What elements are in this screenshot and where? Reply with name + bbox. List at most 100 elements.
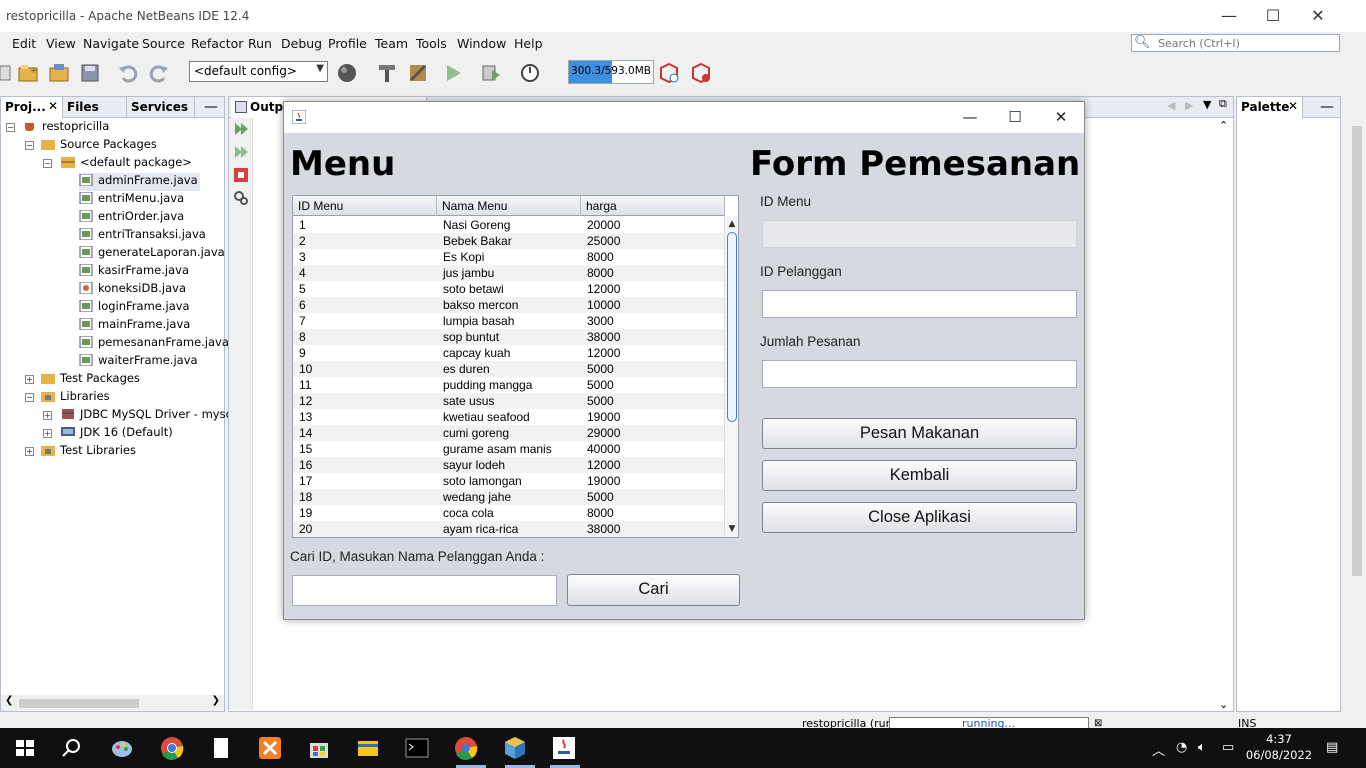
cell-id[interactable]: 11 <box>293 377 437 393</box>
kembali-button[interactable]: Kembali <box>762 460 1077 491</box>
tree-test-packages[interactable]: Test Packages <box>41 371 140 389</box>
profiler-snapshot-icon[interactable] <box>690 62 712 84</box>
tree-default-package[interactable]: <default package> <box>61 155 192 173</box>
table-row[interactable]: 3 Es Kopi 8000 <box>293 249 725 265</box>
expand-icon[interactable]: + <box>43 429 52 438</box>
horizontal-scrollbar[interactable]: ❮ ❯ <box>1 695 224 711</box>
cell-nama[interactable]: lumpia basah <box>437 313 581 329</box>
menu-profile[interactable]: Profile <box>328 36 367 51</box>
cell-id[interactable]: 13 <box>293 409 437 425</box>
java-icon[interactable] <box>552 736 576 760</box>
menu-debug[interactable]: Debug <box>281 36 322 51</box>
cell-id[interactable]: 14 <box>293 425 437 441</box>
collapse-icon[interactable]: − <box>43 159 52 168</box>
menu-tools[interactable]: Tools <box>416 36 447 51</box>
table-row[interactable]: 20 ayam rica-rica 38000 <box>293 521 725 537</box>
collapse-icon[interactable]: − <box>25 393 34 402</box>
cell-harga[interactable]: 5000 <box>581 377 725 393</box>
build-hammer-icon[interactable] <box>376 62 398 84</box>
menu-edit[interactable]: Edit <box>12 36 36 51</box>
cari-button[interactable]: Cari <box>567 574 740 606</box>
tree-file-loginframe[interactable]: loginFrame.java <box>79 299 190 317</box>
column-header-nama[interactable]: Nama Menu <box>437 196 581 216</box>
tree-lib-jdbc[interactable]: JDBC MySQL Driver - mysql-c <box>61 407 247 425</box>
cell-harga[interactable]: 12000 <box>581 345 725 361</box>
settings-icon[interactable] <box>233 190 249 206</box>
tree-file-entriorder[interactable]: entriOrder.java <box>79 209 184 227</box>
wifi-icon[interactable]: ◔ <box>1176 740 1187 755</box>
scroll-left-icon[interactable]: ❮ <box>5 695 13 706</box>
close-icon[interactable]: ✕ <box>48 99 58 113</box>
tree-libraries[interactable]: Libraries <box>41 389 110 407</box>
column-header-id[interactable]: ID Menu <box>293 196 437 216</box>
ide-search-box[interactable]: 🔍︎ <box>1131 34 1340 52</box>
tree-lib-jdk[interactable]: JDK 16 (Default) <box>61 425 173 443</box>
search-icon[interactable] <box>60 736 84 760</box>
ide-search-input[interactable] <box>1158 36 1336 50</box>
chrome-icon[interactable] <box>160 736 184 760</box>
table-row[interactable]: 8 sop buntut 38000 <box>293 329 725 345</box>
cell-id[interactable]: 10 <box>293 361 437 377</box>
cell-nama[interactable]: es duren <box>437 361 581 377</box>
close-icon[interactable]: ✕ <box>1308 6 1328 26</box>
cell-nama[interactable]: sop buntut <box>437 329 581 345</box>
restore-window-icon[interactable]: ⧉ <box>1219 97 1227 111</box>
new-project-icon[interactable]: + <box>17 62 39 84</box>
cell-nama[interactable]: cumi goreng <box>437 425 581 441</box>
table-row[interactable]: 5 soto betawi 12000 <box>293 281 725 297</box>
scroll-down-icon[interactable]: ⌄ <box>1219 698 1228 711</box>
save-all-icon[interactable] <box>79 62 101 84</box>
search-name-field[interactable] <box>292 575 557 606</box>
store-icon[interactable] <box>307 736 331 760</box>
menu-team[interactable]: Team <box>375 36 408 51</box>
close-icon[interactable]: ✕ <box>1288 99 1298 113</box>
cell-id[interactable]: 1 <box>293 217 437 233</box>
cell-nama[interactable]: sayur lodeh <box>437 457 581 473</box>
menu-table[interactable]: ID Menu Nama Menu harga 1 Nasi Goreng 2000… <box>292 195 739 538</box>
cell-harga[interactable]: 19000 <box>581 409 725 425</box>
cell-nama[interactable]: ayam rica-rica <box>437 521 581 537</box>
close-icon[interactable]: ✕ <box>1046 107 1076 127</box>
cell-id[interactable]: 19 <box>293 505 437 521</box>
chrome-icon[interactable] <box>454 736 478 760</box>
cell-nama[interactable]: jus jambu <box>437 265 581 281</box>
column-header-harga[interactable]: harga <box>581 196 725 216</box>
minimize-icon[interactable]: — <box>955 107 985 127</box>
windows-start-icon[interactable] <box>13 736 37 760</box>
notification-icon[interactable]: ▤ <box>1326 740 1338 755</box>
tree-file-waiterframe[interactable]: waiterFrame.java <box>79 353 198 371</box>
cell-id[interactable]: 12 <box>293 393 437 409</box>
table-row[interactable]: 13 kwetiau seafood 19000 <box>293 409 725 425</box>
cell-nama[interactable]: capcay kuah <box>437 345 581 361</box>
cell-id[interactable]: 17 <box>293 473 437 489</box>
clean-build-icon[interactable] <box>407 62 429 84</box>
tab-files[interactable]: Files <box>63 97 127 118</box>
cell-id[interactable]: 15 <box>293 441 437 457</box>
chevron-up-icon[interactable]: ︿ <box>1152 740 1165 759</box>
menu-run[interactable]: Run <box>248 36 272 51</box>
table-row[interactable]: 12 sate usus 5000 <box>293 393 725 409</box>
config-select[interactable]: <default config> ▼ <box>189 61 328 82</box>
id-menu-field[interactable] <box>762 220 1077 248</box>
tree-file-generatelaporan[interactable]: generateLaporan.java <box>79 245 225 263</box>
scrollbar-thumb[interactable] <box>727 232 737 422</box>
menu-refactor[interactable]: Refactor <box>191 36 243 51</box>
tree-file-koneksidb[interactable]: koneksiDB.java <box>79 281 186 299</box>
cell-nama[interactable]: Es Kopi <box>437 249 581 265</box>
cell-id[interactable]: 16 <box>293 457 437 473</box>
cell-harga[interactable]: 8000 <box>581 505 725 521</box>
scrollbar-thumb[interactable] <box>1352 126 1362 576</box>
undo-icon[interactable] <box>117 62 139 84</box>
cell-harga[interactable]: 12000 <box>581 281 725 297</box>
output-vertical-scrollbar[interactable]: ⌃ ⌄ <box>1217 119 1231 711</box>
table-row[interactable]: 15 gurame asam manis 40000 <box>293 441 725 457</box>
cell-harga[interactable]: 29000 <box>581 425 725 441</box>
cell-harga[interactable]: 5000 <box>581 393 725 409</box>
table-row[interactable]: 18 wedang jahe 5000 <box>293 489 725 505</box>
cell-harga[interactable]: 5000 <box>581 489 725 505</box>
table-row[interactable]: 19 coca cola 8000 <box>293 505 725 521</box>
stop-icon[interactable] <box>233 167 249 183</box>
table-row[interactable]: 14 cumi goreng 29000 <box>293 425 725 441</box>
cell-nama[interactable]: Bebek Bakar <box>437 233 581 249</box>
table-row[interactable]: 9 capcay kuah 12000 <box>293 345 725 361</box>
